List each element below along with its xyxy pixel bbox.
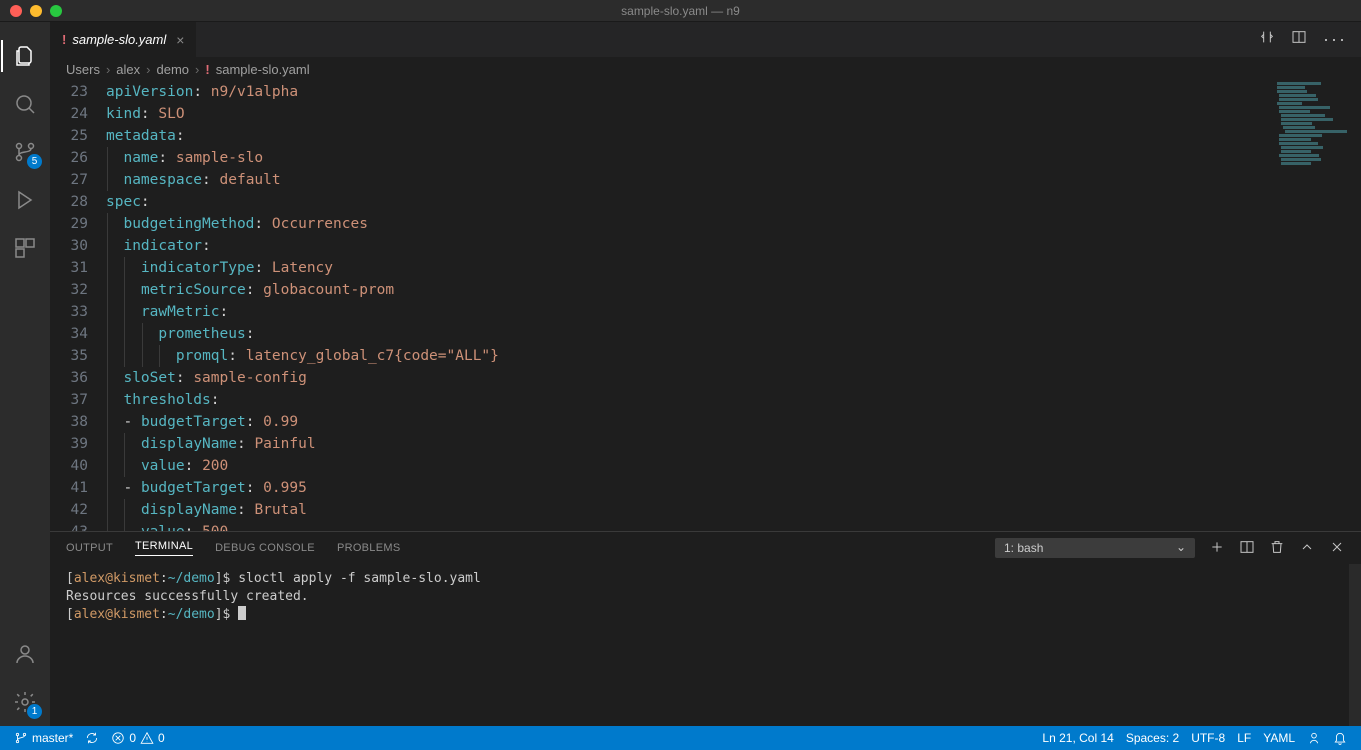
trash-icon [1269,539,1285,555]
terminal-scrollbar[interactable] [1349,564,1361,726]
panel-tab-terminal[interactable]: TERMINAL [135,540,193,556]
cursor-position[interactable]: Ln 21, Col 14 [1036,726,1119,750]
close-icon [1329,539,1345,555]
error-count: 0 [129,731,136,745]
extensions-tab[interactable] [1,224,49,272]
chevron-up-icon [1299,539,1315,555]
split-terminal-button[interactable] [1239,539,1255,558]
terminal[interactable]: [alex@kismet:~/demo]$ sloctl apply -f sa… [50,564,1361,726]
eol-status[interactable]: LF [1231,726,1257,750]
source-control-tab[interactable]: 5 [1,128,49,176]
run-debug-tab[interactable] [1,176,49,224]
chevron-right-icon: › [146,62,150,77]
branch-icon [14,731,28,745]
window-title: sample-slo.yaml — n9 [621,4,740,18]
indentation-status[interactable]: Spaces: 2 [1120,726,1185,750]
settings-button[interactable]: 1 [1,678,49,726]
account-icon [13,642,37,666]
tab-sample-slo[interactable]: ! sample-slo.yaml × [50,22,197,57]
sync-icon [85,731,99,745]
close-panel-button[interactable] [1329,539,1345,558]
compare-icon [1259,29,1275,45]
breadcrumb-segment[interactable]: sample-slo.yaml [216,62,310,77]
sync-status[interactable] [79,726,105,750]
new-terminal-button[interactable] [1209,539,1225,558]
extensions-icon [13,236,37,260]
problems-status[interactable]: 0 0 [105,726,170,750]
accounts-button[interactable] [1,630,49,678]
play-bug-icon [13,188,37,212]
source-control-badge: 5 [27,154,42,169]
warning-icon [140,731,154,745]
panel-tab-debug-console[interactable]: DEBUG CONSOLE [215,542,315,554]
breadcrumb-segment[interactable]: demo [157,62,190,77]
window-titlebar: sample-slo.yaml — n9 [0,0,1361,22]
git-branch-status[interactable]: master* [8,726,79,750]
bell-icon [1333,731,1347,745]
notifications-button[interactable] [1327,726,1353,750]
feedback-icon [1307,731,1321,745]
terminal-shell-selector[interactable]: 1: bash [995,538,1195,558]
split-icon [1291,29,1307,45]
editor-tabs: ! sample-slo.yaml × ··· [50,22,1361,57]
code-content[interactable]: apiVersion: n9/v1alphakind: SLOmetadata:… [106,81,1361,531]
breadcrumb[interactable]: Users › alex › demo › ! sample-slo.yaml [50,57,1361,81]
panel-tab-problems[interactable]: PROBLEMS [337,542,401,554]
panel-tab-output[interactable]: OUTPUT [66,542,113,554]
tab-label: sample-slo.yaml [72,32,166,47]
chevron-right-icon: › [106,62,110,77]
yaml-file-icon: ! [205,62,209,77]
code-editor[interactable]: 2324252627282930313233343536373839404142… [50,81,1361,531]
window-minimize-button[interactable] [30,5,42,17]
yaml-file-icon: ! [62,32,66,47]
more-actions-button[interactable]: ··· [1323,29,1347,50]
feedback-button[interactable] [1301,726,1327,750]
chevron-right-icon: › [195,62,199,77]
tab-close-button[interactable]: × [176,32,184,48]
settings-badge: 1 [27,704,42,719]
search-icon [13,92,37,116]
encoding-status[interactable]: UTF-8 [1185,726,1231,750]
error-icon [111,731,125,745]
search-tab[interactable] [1,80,49,128]
maximize-panel-button[interactable] [1299,539,1315,558]
language-mode[interactable]: YAML [1257,726,1301,750]
line-number-gutter: 2324252627282930313233343536373839404142… [50,81,106,531]
split-icon [1239,539,1255,555]
window-maximize-button[interactable] [50,5,62,17]
files-icon [13,44,37,68]
kill-terminal-button[interactable] [1269,539,1285,558]
breadcrumb-segment[interactable]: Users [66,62,100,77]
split-editor-button[interactable] [1291,29,1307,50]
compare-changes-button[interactable] [1259,29,1275,50]
bottom-panel: OUTPUT TERMINAL DEBUG CONSOLE PROBLEMS 1: b… [50,531,1361,726]
activity-bar: 5 1 [0,22,50,726]
breadcrumb-segment[interactable]: alex [116,62,140,77]
warning-count: 0 [158,731,165,745]
explorer-tab[interactable] [1,32,49,80]
plus-icon [1209,539,1225,555]
window-close-button[interactable] [10,5,22,17]
minimap[interactable] [1271,81,1361,221]
panel-tab-bar: OUTPUT TERMINAL DEBUG CONSOLE PROBLEMS 1: b… [50,532,1361,564]
branch-name: master* [32,731,73,745]
status-bar: master* 0 0 Ln 21, Col 14 Spaces: 2 UTF-… [0,726,1361,750]
